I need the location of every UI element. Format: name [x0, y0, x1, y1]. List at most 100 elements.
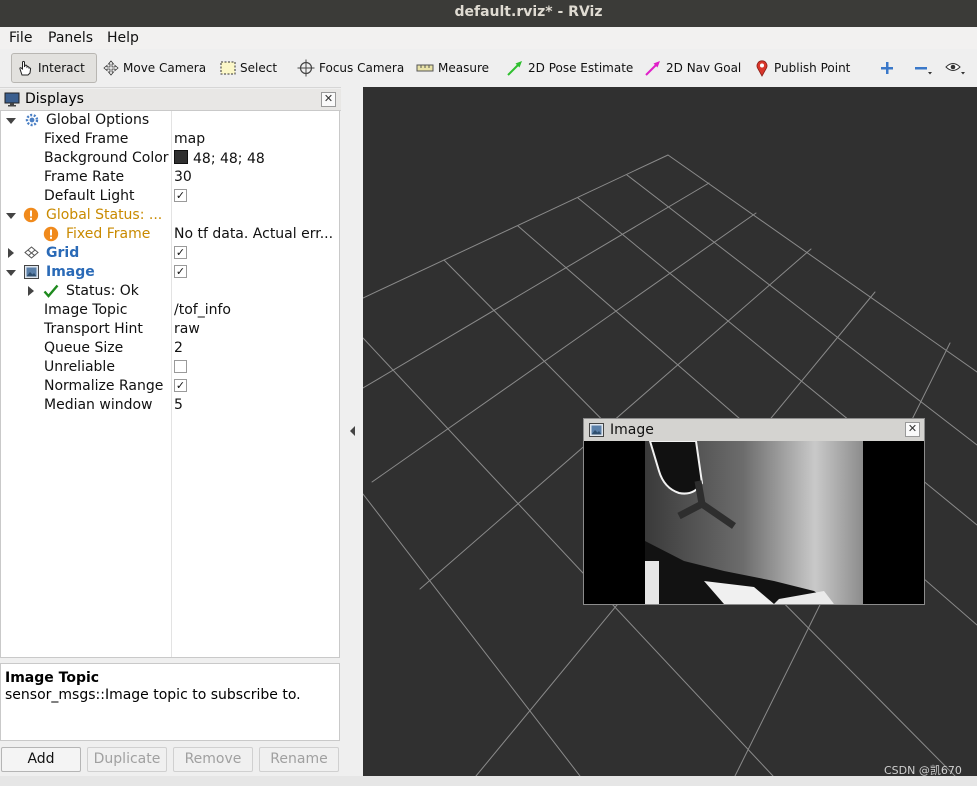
frame-rate-label: Frame Rate: [44, 169, 125, 185]
focus-camera-button[interactable]: Focus Camera: [297, 53, 404, 83]
median-window-label: Median window: [44, 397, 153, 413]
background-color-field[interactable]: 48; 48; 48: [174, 150, 265, 167]
duplicate-button[interactable]: Duplicate: [87, 747, 167, 772]
tree-row-normalize-range[interactable]: Normalize Range ✓: [1, 377, 339, 396]
rename-button[interactable]: Rename: [259, 747, 339, 772]
image-topic-label: Image Topic: [44, 302, 128, 318]
default-light-checkbox[interactable]: ✓: [174, 189, 187, 202]
image-window-header[interactable]: Image ✕: [584, 419, 924, 441]
image-window[interactable]: Image ✕: [583, 418, 925, 605]
menu-help[interactable]: Help: [107, 30, 139, 46]
magenta-arrow-icon: [645, 61, 660, 76]
move-camera-label: Move Camera: [123, 61, 207, 75]
image-window-close-button[interactable]: ✕: [905, 422, 920, 437]
transport-hint-value[interactable]: raw: [174, 321, 200, 337]
hand-pointer-icon: [19, 60, 32, 76]
nav-goal-label: 2D Nav Goal: [666, 61, 742, 75]
fixed-frame-value[interactable]: map: [174, 131, 205, 147]
tree-row-unreliable[interactable]: Unreliable: [1, 358, 339, 377]
interact-label: Interact: [38, 61, 85, 75]
menu-file[interactable]: File: [9, 30, 32, 46]
median-window-value[interactable]: 5: [174, 397, 183, 413]
expand-arrow-icon[interactable]: [6, 118, 16, 124]
tree-row-queue-size[interactable]: Queue Size 2: [1, 339, 339, 358]
publish-point-button[interactable]: Publish Point: [754, 53, 850, 83]
move-arrows-icon: [103, 60, 119, 76]
selection-box-icon: [220, 61, 236, 75]
description-body: sensor_msgs::Image topic to subscribe to…: [5, 687, 301, 703]
remove-tool-button[interactable]: [913, 53, 937, 83]
add-button[interactable]: Add: [1, 747, 81, 772]
monitor-icon: [4, 92, 20, 107]
tree-row-transport-hint[interactable]: Transport Hint raw: [1, 320, 339, 339]
displays-panel-header: Displays ✕: [0, 89, 341, 111]
tree-row-fixed-frame[interactable]: Fixed Frame map: [1, 130, 339, 149]
displays-tree: Global Options Fixed Frame map Backgroun…: [0, 110, 340, 658]
image-topic-value[interactable]: /tof_info: [174, 302, 231, 318]
unreliable-checkbox[interactable]: [174, 360, 187, 373]
select-label: Select: [240, 61, 278, 75]
focus-camera-label: Focus Camera: [319, 61, 405, 75]
tree-row-image-topic[interactable]: Image Topic /tof_info: [1, 301, 339, 320]
window-title: default.rviz* - RViz: [454, 4, 603, 20]
collapse-arrow-icon[interactable]: [8, 248, 14, 258]
default-light-label: Default Light: [44, 188, 135, 204]
pose-estimate-button[interactable]: 2D Pose Estimate: [506, 53, 633, 83]
tool-bar: Interact Move Camera Select Focus Camera…: [0, 49, 977, 88]
view-toggle-button[interactable]: [945, 53, 971, 83]
tree-row-fixed-frame-status[interactable]: Fixed Frame No tf data. Actual err...: [1, 225, 339, 244]
checkmark-icon: [43, 284, 59, 298]
grid-icon: [24, 246, 39, 259]
tree-row-global-options[interactable]: Global Options: [1, 111, 339, 130]
image-checkbox[interactable]: ✓: [174, 265, 187, 278]
title-bar: default.rviz* - RViz: [0, 0, 977, 27]
expand-arrow-icon[interactable]: [6, 213, 16, 219]
panel-close-button[interactable]: ✕: [321, 92, 336, 107]
minus-icon: [915, 67, 932, 75]
expand-arrow-icon[interactable]: [6, 270, 16, 276]
background-color-value: 48; 48; 48: [193, 151, 265, 167]
tree-row-global-status[interactable]: Global Status: ...: [1, 206, 339, 225]
tree-row-median-window[interactable]: Median window 5: [1, 396, 339, 415]
collapse-arrow-icon[interactable]: [28, 286, 34, 296]
tree-row-status-ok[interactable]: Status: Ok: [1, 282, 339, 301]
tree-row-default-light[interactable]: Default Light ✓: [1, 187, 339, 206]
menu-panels[interactable]: Panels: [48, 30, 93, 46]
map-pin-icon: [756, 60, 768, 77]
fixed-frame-status-value: No tf data. Actual err...: [174, 226, 334, 242]
select-button[interactable]: Select: [220, 53, 277, 83]
global-status-label: Global Status: ...: [46, 207, 163, 223]
interact-button[interactable]: Interact: [11, 53, 97, 83]
tree-row-frame-rate[interactable]: Frame Rate 30: [1, 168, 339, 187]
remove-button[interactable]: Remove: [173, 747, 253, 772]
queue-size-label: Queue Size: [44, 340, 124, 356]
fixed-frame-status-label: Fixed Frame: [66, 226, 151, 242]
tree-row-image[interactable]: Image ✓: [1, 263, 339, 282]
ruler-icon: [416, 64, 434, 72]
frame-rate-value[interactable]: 30: [174, 169, 192, 185]
transport-hint-label: Transport Hint: [44, 321, 143, 337]
background-color-label: Background Color: [44, 150, 169, 166]
collapse-left-icon[interactable]: [349, 425, 357, 437]
pose-estimate-label: 2D Pose Estimate: [528, 61, 634, 75]
fixed-frame-label: Fixed Frame: [44, 131, 129, 147]
measure-button[interactable]: Measure: [416, 53, 489, 83]
menu-bar: File Panels Help: [0, 27, 977, 49]
grid-label: Grid: [46, 245, 80, 261]
depth-image: [584, 441, 924, 604]
displays-panel: Displays ✕ Global Options Fixed Frame ma…: [0, 87, 341, 776]
warning-icon: [23, 207, 39, 223]
normalize-range-checkbox[interactable]: ✓: [174, 379, 187, 392]
panel-splitter[interactable]: [341, 87, 363, 776]
add-tool-button[interactable]: [879, 53, 899, 83]
focus-target-icon: [297, 59, 315, 77]
normalize-range-label: Normalize Range: [44, 378, 164, 394]
queue-size-value[interactable]: 2: [174, 340, 183, 356]
global-options-label: Global Options: [46, 112, 150, 128]
tree-row-background-color[interactable]: Background Color 48; 48; 48: [1, 149, 339, 168]
move-camera-button[interactable]: Move Camera: [103, 53, 206, 83]
grid-checkbox[interactable]: ✓: [174, 246, 187, 259]
gear-icon: [25, 113, 39, 127]
tree-row-grid[interactable]: Grid ✓: [1, 244, 339, 263]
nav-goal-button[interactable]: 2D Nav Goal: [644, 53, 741, 83]
